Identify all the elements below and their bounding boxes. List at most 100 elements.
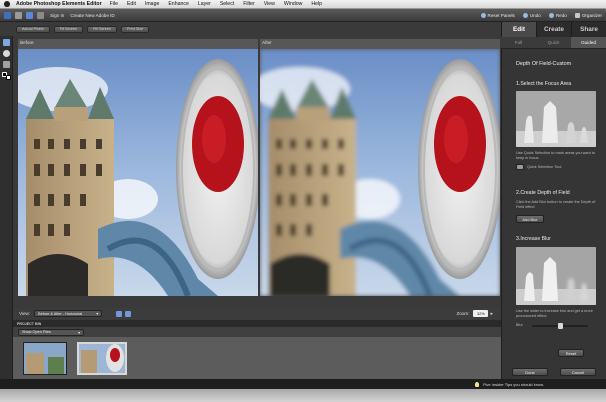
print-size-button[interactable]: Print Size (121, 25, 150, 33)
menu-view[interactable]: View (264, 1, 275, 7)
tower-bridge-photo-after (260, 49, 500, 296)
focus-area-illustration (516, 91, 596, 147)
add-blur-button[interactable]: Add Blur (516, 215, 544, 223)
before-pane: Before (18, 39, 258, 296)
undo-button[interactable]: Undo (522, 13, 541, 18)
fit-screen-button[interactable]: Fit Screen (53, 25, 84, 33)
step1-heading: 1.Select the Focus Area (516, 81, 572, 87)
before-image[interactable] (18, 49, 258, 296)
tower-bridge-photo-before (18, 49, 258, 296)
menu-window[interactable]: Window (284, 1, 302, 7)
menu-select[interactable]: Select (220, 1, 234, 7)
link-icon[interactable] (125, 310, 132, 317)
thumbnail-photo (24, 343, 66, 374)
tab-full[interactable]: Full (501, 37, 536, 48)
chevron-down-icon: ▾ (96, 312, 99, 316)
lightbulb-icon (475, 381, 480, 387)
organizer-icon (574, 13, 580, 18)
redo-label: Redo (555, 13, 567, 18)
background-color-swatch[interactable] (6, 75, 11, 80)
organizer-button[interactable]: Organizer (574, 13, 602, 18)
blurred-chess-illustration (516, 247, 596, 305)
tips-link[interactable]: Five Insider Tips you should know. (483, 382, 544, 387)
tab-quick[interactable]: Quick (536, 37, 571, 48)
step2-instructions: Click the Add Blur button to create the … (516, 200, 596, 209)
chevron-down-icon: ▾ (78, 330, 80, 335)
quick-selection-label: Quick Selection Tool (527, 165, 562, 169)
mac-menu-bar: Adobe Photoshop Elements Editor File Edi… (0, 0, 606, 9)
status-bar: Five Insider Tips you should know. (0, 379, 606, 389)
project-bin-header: PROJECT BIN (13, 320, 501, 327)
app-name[interactable]: Adobe Photoshop Elements Editor (16, 1, 102, 7)
reset-panels-button[interactable]: Reset Panels (480, 13, 515, 18)
blur-illustration (516, 247, 596, 305)
print-icon[interactable] (37, 11, 44, 19)
blur-slider-track[interactable] (532, 323, 588, 329)
zoom-label: Zoom: (456, 311, 470, 316)
cancel-button[interactable]: Cancel (560, 368, 596, 376)
sync-icon[interactable] (116, 310, 123, 317)
menu-enhance[interactable]: Enhance (168, 1, 188, 7)
mode-tabs: Edit Create Share (501, 22, 606, 37)
apple-logo-icon[interactable] (4, 1, 10, 7)
step1-instructions: Use Quick Selection to mark areas you wa… (516, 151, 595, 160)
home-icon[interactable] (4, 11, 11, 19)
tab-create[interactable]: Create (536, 22, 571, 37)
view-options-bar: Actual Pixels Fit Screen Fill Screen Pri… (13, 24, 499, 34)
bin-thumbnail-2-selected[interactable] (77, 342, 127, 375)
project-bin (13, 337, 501, 379)
guided-edit-panel: Depth Of Field-Custom 1.Select the Focus… (501, 49, 606, 379)
step2-heading: 2.Create Depth of Field (516, 190, 570, 196)
menu-image[interactable]: Image (145, 1, 159, 7)
app-toolbar: Sign In Create New Adobe ID Reset Panels… (0, 9, 606, 22)
blur-slider-handle[interactable] (557, 323, 563, 329)
hand-tool-icon[interactable] (3, 50, 10, 57)
bin-thumbnail-1[interactable] (23, 342, 67, 375)
new-file-icon[interactable] (15, 11, 22, 19)
reset-button[interactable]: Reset (558, 349, 584, 357)
step3-heading: 3.Increase Blur (516, 236, 551, 242)
panel-title: Depth Of Field-Custom (516, 61, 572, 67)
project-bin-filter: Show Open Files ▾ (13, 327, 501, 337)
view-mode-select[interactable]: Before & After - Horizontal ▾ (34, 310, 103, 317)
view-label: View: (19, 311, 31, 316)
zoom-tool-icon[interactable] (3, 39, 10, 46)
quick-selection-tool-button[interactable] (516, 164, 524, 170)
menu-filter[interactable]: Filter (243, 1, 255, 7)
view-mode-value: Before & After - Horizontal (38, 311, 83, 316)
after-pane: After (260, 39, 500, 296)
zoom-arrow-icon[interactable]: ▸ (490, 311, 493, 317)
reset-icon (480, 13, 486, 18)
zoom-field[interactable]: 32% (473, 310, 489, 317)
undo-icon (522, 13, 528, 18)
organizer-label: Organizer (581, 13, 602, 18)
before-label: Before (20, 40, 34, 45)
undo-label: Undo (529, 13, 541, 18)
sign-in-link[interactable]: Sign In (50, 13, 64, 18)
redo-icon (548, 13, 554, 18)
show-files-value: Show Open Files (22, 330, 51, 334)
tab-share[interactable]: Share (571, 22, 606, 37)
menu-layer[interactable]: Layer (198, 1, 211, 7)
create-id-link[interactable]: Create New Adobe ID (70, 13, 114, 18)
tab-guided[interactable]: Guided (571, 37, 606, 48)
done-button[interactable]: Done (512, 368, 548, 376)
actual-pixels-button[interactable]: Actual Pixels (16, 25, 50, 33)
save-icon[interactable] (26, 11, 33, 19)
thumbnail-photo (79, 344, 125, 373)
quick-selection-tool-icon[interactable] (3, 61, 10, 68)
menu-help[interactable]: Help (311, 1, 322, 7)
show-files-select[interactable]: Show Open Files ▾ (18, 328, 84, 336)
redo-button[interactable]: Redo (548, 13, 567, 18)
tools-panel (0, 36, 13, 379)
menu-edit[interactable]: Edit (127, 1, 136, 7)
view-selector-bar: View: Before & After - Horizontal ▾ Zoom:… (13, 308, 501, 319)
fill-screen-button[interactable]: Fill Screen (87, 25, 117, 33)
tab-edit[interactable]: Edit (501, 22, 536, 37)
after-label: After (262, 40, 272, 45)
after-image[interactable] (260, 49, 500, 296)
menu-file[interactable]: File (110, 1, 118, 7)
chess-pieces-illustration (516, 91, 596, 147)
mac-dock (0, 389, 606, 402)
blur-label: Blur (516, 323, 523, 327)
